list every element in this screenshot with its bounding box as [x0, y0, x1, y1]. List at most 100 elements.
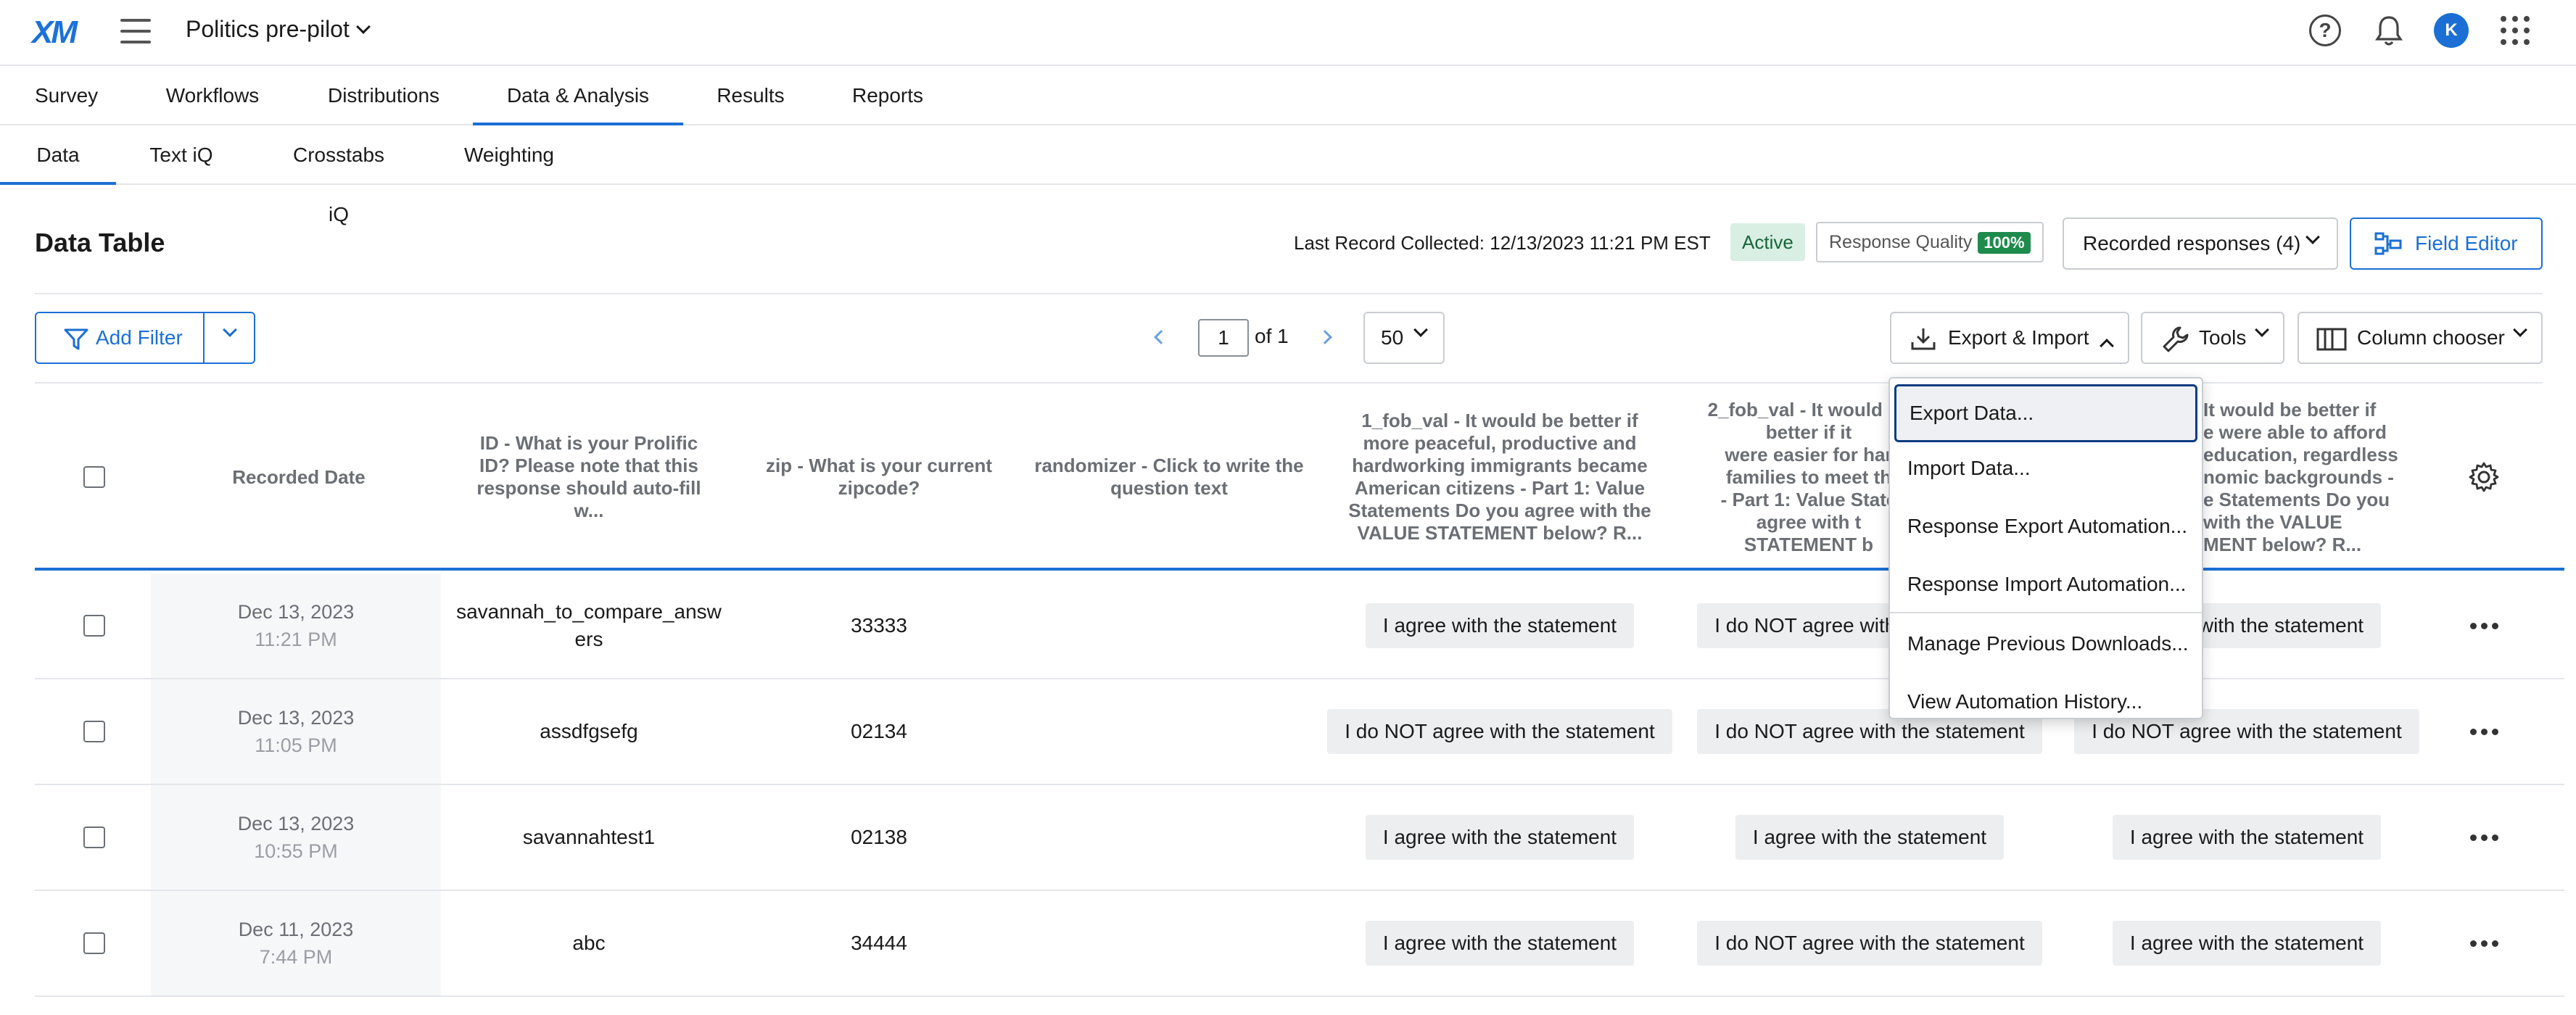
- chevron-left-icon: [1154, 330, 1168, 344]
- gear-icon[interactable]: [2468, 461, 2500, 493]
- tab-workflows[interactable]: Workflows: [165, 66, 260, 125]
- tab-weighting[interactable]: Weighting: [464, 125, 554, 185]
- more-options-icon[interactable]: [2469, 728, 2498, 735]
- id-cell: savannahtest1: [522, 826, 656, 848]
- tools-button[interactable]: Tools: [2141, 312, 2284, 364]
- field-editor-button[interactable]: Field Editor: [2350, 218, 2543, 270]
- more-options-icon[interactable]: [2469, 622, 2498, 629]
- export-import-button[interactable]: Export & Import: [1890, 312, 2129, 364]
- menu-item-response-import-automation[interactable]: Response Import Automation...: [1890, 555, 2202, 613]
- fob-val-2-cell: I agree with the statement: [1688, 785, 2051, 890]
- fob-val-1-cell: I do NOT agree with the statement: [1314, 679, 1685, 784]
- column-header-randomizer[interactable]: randomizer - Click to write the question…: [1024, 384, 1314, 571]
- help-icon[interactable]: ?: [2309, 14, 2341, 46]
- status-badge: Active: [1730, 223, 1805, 261]
- top-bar: XM Politics pre-pilot ? K: [0, 0, 2576, 66]
- tab-crosstabs-iq[interactable]: Crosstabs iQ: [281, 125, 396, 225]
- next-page-button[interactable]: [1318, 326, 1336, 348]
- apps-icon[interactable]: [2501, 16, 2530, 45]
- tab-reports[interactable]: Reports: [851, 66, 924, 125]
- add-filter-button[interactable]: Add Filter: [35, 312, 205, 364]
- response-quality-value: 100%: [1978, 232, 2031, 254]
- response-chip: I agree with the statement: [1365, 815, 1635, 860]
- row-checkbox[interactable]: [83, 932, 105, 954]
- row-checkbox[interactable]: [83, 826, 105, 848]
- field-editor-label: Field Editor: [2415, 232, 2518, 254]
- randomizer-cell: [1024, 573, 1314, 678]
- randomizer-cell: [1024, 785, 1314, 890]
- fob-val-1-cell: I agree with the statement: [1314, 891, 1685, 995]
- column-header-zip[interactable]: zip - What is your current zipcode?: [734, 384, 1024, 571]
- field-editor-icon: [2374, 232, 2402, 255]
- column-header-recorded-date[interactable]: Recorded Date: [154, 384, 444, 571]
- column-chooser-label: Column chooser: [2357, 326, 2505, 349]
- table-row[interactable]: Dec 13, 2023 10:55 PM savannahtest1 0213…: [35, 785, 2564, 891]
- tab-data-analysis[interactable]: Data & Analysis: [473, 66, 683, 125]
- row-actions: [2444, 785, 2524, 890]
- row-select: [35, 891, 154, 995]
- page-size-value: 50: [1381, 326, 1404, 349]
- row-select: [35, 785, 154, 890]
- page-count: of 1: [1255, 325, 1289, 347]
- row-select: [35, 573, 154, 678]
- recorded-date: Dec 13, 2023: [237, 601, 355, 623]
- menu-item-view-automation-history[interactable]: View Automation History...: [1890, 673, 2202, 731]
- hamburger-icon[interactable]: [120, 19, 151, 44]
- xm-logo[interactable]: XM: [32, 14, 78, 51]
- zip-cell: 02138: [851, 826, 907, 848]
- tab-text-iq[interactable]: Text iQ: [149, 125, 213, 185]
- select-all-checkbox[interactable]: [83, 466, 105, 488]
- page-number-input[interactable]: 1: [1198, 319, 1249, 357]
- download-icon: [1911, 328, 1936, 350]
- avatar[interactable]: K: [2434, 13, 2469, 48]
- id-cell: abc: [572, 932, 606, 954]
- filter-dropdown-button[interactable]: [203, 312, 255, 364]
- row-actions: [2444, 573, 2524, 678]
- column-header-1-fob-val[interactable]: 1_fob_val - It would be better if more p…: [1314, 384, 1685, 571]
- previous-page-button[interactable]: [1150, 326, 1168, 348]
- row-checkbox[interactable]: [83, 721, 105, 742]
- menu-item-export-data[interactable]: Export Data...: [1894, 384, 2197, 442]
- fob-val-2-cell: I do NOT agree with the statement: [1688, 891, 2051, 995]
- more-options-icon[interactable]: [2469, 834, 2498, 841]
- chevron-down-icon: [223, 323, 237, 337]
- table-row[interactable]: Dec 11, 2023 7:44 PM abc 34444 I agree w…: [35, 891, 2564, 997]
- recorded-date-cell: Dec 13, 2023 10:55 PM: [151, 785, 441, 890]
- column-header-3-fob-val[interactable]: It would be better if e were able to aff…: [2203, 384, 2443, 571]
- response-chip: I agree with the statement: [2112, 921, 2382, 966]
- fob-val-1-cell: I agree with the statement: [1314, 785, 1685, 890]
- column-chooser-button[interactable]: Column chooser: [2298, 312, 2543, 364]
- menu-item-import-data[interactable]: Import Data...: [1890, 439, 2202, 497]
- response-chip: I do NOT agree with the statement: [1697, 921, 2042, 966]
- row-select: [35, 679, 154, 784]
- menu-item-manage-previous-downloads[interactable]: Manage Previous Downloads...: [1890, 615, 2202, 673]
- column-header-id[interactable]: ID - What is your Prolific ID? Please no…: [444, 384, 734, 571]
- header-select-all: [35, 384, 154, 571]
- more-options-icon[interactable]: [2469, 940, 2498, 947]
- wrench-icon: [2163, 326, 2189, 352]
- recorded-responses-select[interactable]: Recorded responses (4): [2063, 218, 2338, 270]
- chevron-up-icon: [2100, 339, 2114, 353]
- export-import-label: Export & Import: [1948, 326, 2089, 349]
- id-cell: savannah_to_compare_answers: [456, 600, 722, 650]
- tab-data[interactable]: Data: [0, 125, 116, 185]
- menu-item-response-export-automation[interactable]: Response Export Automation...: [1890, 497, 2202, 555]
- page-size-select[interactable]: 50: [1363, 312, 1445, 364]
- chevron-down-icon: [2305, 230, 2320, 244]
- tab-survey[interactable]: Survey: [35, 66, 98, 125]
- sub-nav: Data Text iQ Crosstabs iQ Weighting: [0, 125, 2576, 225]
- fob-val-3-cell: I agree with the statement: [2058, 785, 2435, 890]
- recorded-date: Dec 13, 2023: [237, 813, 355, 834]
- tab-results[interactable]: Results: [717, 66, 785, 125]
- tab-distributions[interactable]: Distributions: [326, 66, 441, 125]
- project-selector[interactable]: Politics pre-pilot: [186, 16, 371, 43]
- export-import-menu: Export Data... Import Data... Response E…: [1888, 377, 2203, 719]
- response-quality-badge[interactable]: Response Quality 100%: [1816, 222, 2044, 262]
- response-chip: I agree with the statement: [1735, 815, 2005, 860]
- chevron-down-icon: [1413, 323, 1428, 337]
- bell-icon[interactable]: [2373, 13, 2405, 48]
- zip-cell: 34444: [851, 932, 907, 954]
- row-checkbox[interactable]: [83, 615, 105, 637]
- randomizer-cell: [1024, 679, 1314, 784]
- add-filter-label: Add Filter: [96, 326, 183, 349]
